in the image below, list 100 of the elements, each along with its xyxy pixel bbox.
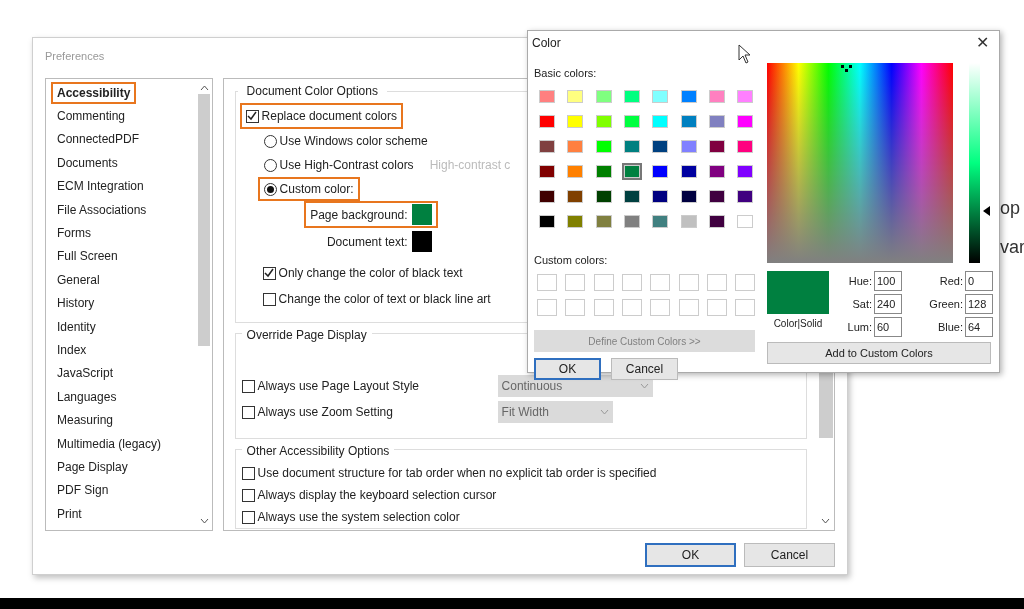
checkbox[interactable] [262, 292, 276, 306]
dialog-button[interactable]: OK [645, 543, 736, 567]
empty-swatch[interactable] [593, 299, 614, 316]
color-swatch[interactable] [595, 164, 612, 178]
input-field[interactable]: 0 [965, 271, 993, 291]
empty-swatch[interactable] [621, 274, 642, 291]
empty-swatch[interactable] [706, 274, 727, 291]
color-swatch[interactable] [708, 89, 725, 103]
color-swatch[interactable] [680, 139, 697, 153]
input-field[interactable]: 128 [965, 294, 993, 314]
color-swatch[interactable] [652, 189, 669, 203]
color-swatch[interactable] [623, 189, 640, 203]
color-swatch[interactable] [737, 189, 754, 203]
color-swatch[interactable] [567, 164, 584, 178]
color-swatch[interactable] [595, 89, 612, 103]
scrollbar-thumb[interactable] [198, 94, 211, 346]
empty-swatch[interactable] [565, 299, 586, 316]
category-item[interactable]: Accessibility [57, 83, 131, 102]
color-swatch[interactable] [623, 114, 640, 128]
color-swatch[interactable] [567, 89, 584, 103]
luminance-bar[interactable] [969, 63, 980, 263]
color-swatch[interactable] [737, 214, 754, 228]
checkbox[interactable] [262, 266, 276, 280]
input-field[interactable]: 60 [874, 317, 902, 337]
empty-swatch[interactable] [593, 274, 614, 291]
color-swatch[interactable] [652, 139, 669, 153]
category-item[interactable]: Commenting [57, 107, 126, 126]
color-swatch[interactable] [737, 114, 754, 128]
color-swatch[interactable] [708, 139, 725, 153]
scroll-down-icon[interactable] [199, 518, 209, 524]
radio-button[interactable] [263, 182, 277, 196]
color-swatch[interactable] [737, 139, 754, 153]
empty-swatch[interactable] [537, 299, 557, 316]
color-swatch[interactable] [539, 114, 555, 128]
dialog-button[interactable]: OK [534, 358, 601, 380]
empty-swatch[interactable] [621, 299, 642, 316]
checkbox[interactable] [241, 510, 255, 524]
color-swatch[interactable] [595, 214, 612, 228]
category-item[interactable]: Page Display [57, 457, 128, 476]
empty-swatch[interactable] [565, 274, 586, 291]
color-swatch[interactable] [680, 164, 697, 178]
radio-button[interactable] [263, 158, 277, 172]
category-item[interactable]: File Associations [57, 200, 147, 219]
color-swatch[interactable] [652, 214, 669, 228]
color-swatch[interactable] [595, 114, 612, 128]
category-item[interactable]: Print [57, 504, 82, 523]
empty-swatch[interactable] [537, 274, 557, 291]
slider-arrow-icon[interactable] [983, 206, 990, 216]
empty-swatch[interactable] [735, 299, 756, 316]
color-swatch[interactable] [708, 164, 725, 178]
dialog-button[interactable]: Cancel [744, 543, 835, 567]
category-item[interactable]: ConnectedPDF [57, 130, 140, 149]
color-swatch[interactable] [680, 214, 697, 228]
dropdown[interactable]: Fit Width [497, 401, 613, 423]
empty-swatch[interactable] [678, 299, 699, 316]
color-swatch[interactable] [411, 231, 432, 252]
input-field[interactable]: 64 [965, 317, 993, 337]
color-swatch[interactable] [623, 89, 640, 103]
add-custom-button[interactable]: Add to Custom Colors [767, 342, 991, 364]
empty-swatch[interactable] [735, 274, 756, 291]
category-item[interactable]: Forms [57, 224, 91, 243]
color-swatch[interactable] [539, 189, 555, 203]
empty-swatch[interactable] [678, 274, 699, 291]
color-swatch[interactable] [652, 89, 669, 103]
color-swatch[interactable] [567, 114, 584, 128]
color-swatch[interactable] [708, 214, 725, 228]
color-spectrum[interactable] [767, 63, 953, 263]
category-item[interactable]: Measuring [57, 411, 114, 430]
category-item[interactable]: Index [57, 341, 87, 359]
checkbox[interactable] [241, 405, 255, 419]
color-swatch[interactable] [539, 164, 555, 178]
close-button[interactable]: ✕ [976, 31, 995, 55]
category-item[interactable]: Identity [57, 317, 96, 336]
checkbox[interactable] [241, 466, 255, 480]
color-swatch[interactable] [680, 189, 697, 203]
color-swatch[interactable] [708, 189, 725, 203]
color-swatch[interactable] [680, 89, 697, 103]
color-swatch[interactable] [652, 164, 669, 178]
scroll-down-icon[interactable] [821, 518, 830, 524]
category-item[interactable]: Documents [57, 153, 118, 172]
category-item[interactable]: PDF Sign [57, 481, 109, 500]
category-item[interactable]: General [57, 270, 100, 289]
color-swatch[interactable] [737, 89, 754, 103]
color-swatch[interactable] [539, 89, 555, 103]
color-swatch[interactable] [595, 189, 612, 203]
color-swatch[interactable] [623, 164, 640, 178]
color-swatch[interactable] [623, 214, 640, 228]
empty-swatch[interactable] [650, 299, 671, 316]
input-field[interactable]: 240 [874, 294, 902, 314]
color-swatch[interactable] [623, 139, 640, 153]
scroll-up-icon[interactable] [199, 85, 209, 91]
crosshair-icon[interactable] [841, 65, 852, 72]
empty-swatch[interactable] [706, 299, 727, 316]
color-swatch[interactable] [567, 189, 584, 203]
category-item[interactable]: ECM Integration [57, 177, 144, 196]
empty-swatch[interactable] [650, 274, 671, 291]
color-swatch[interactable] [539, 214, 555, 228]
checkbox[interactable] [241, 379, 255, 393]
color-swatch[interactable] [595, 139, 612, 153]
color-swatch[interactable] [680, 114, 697, 128]
